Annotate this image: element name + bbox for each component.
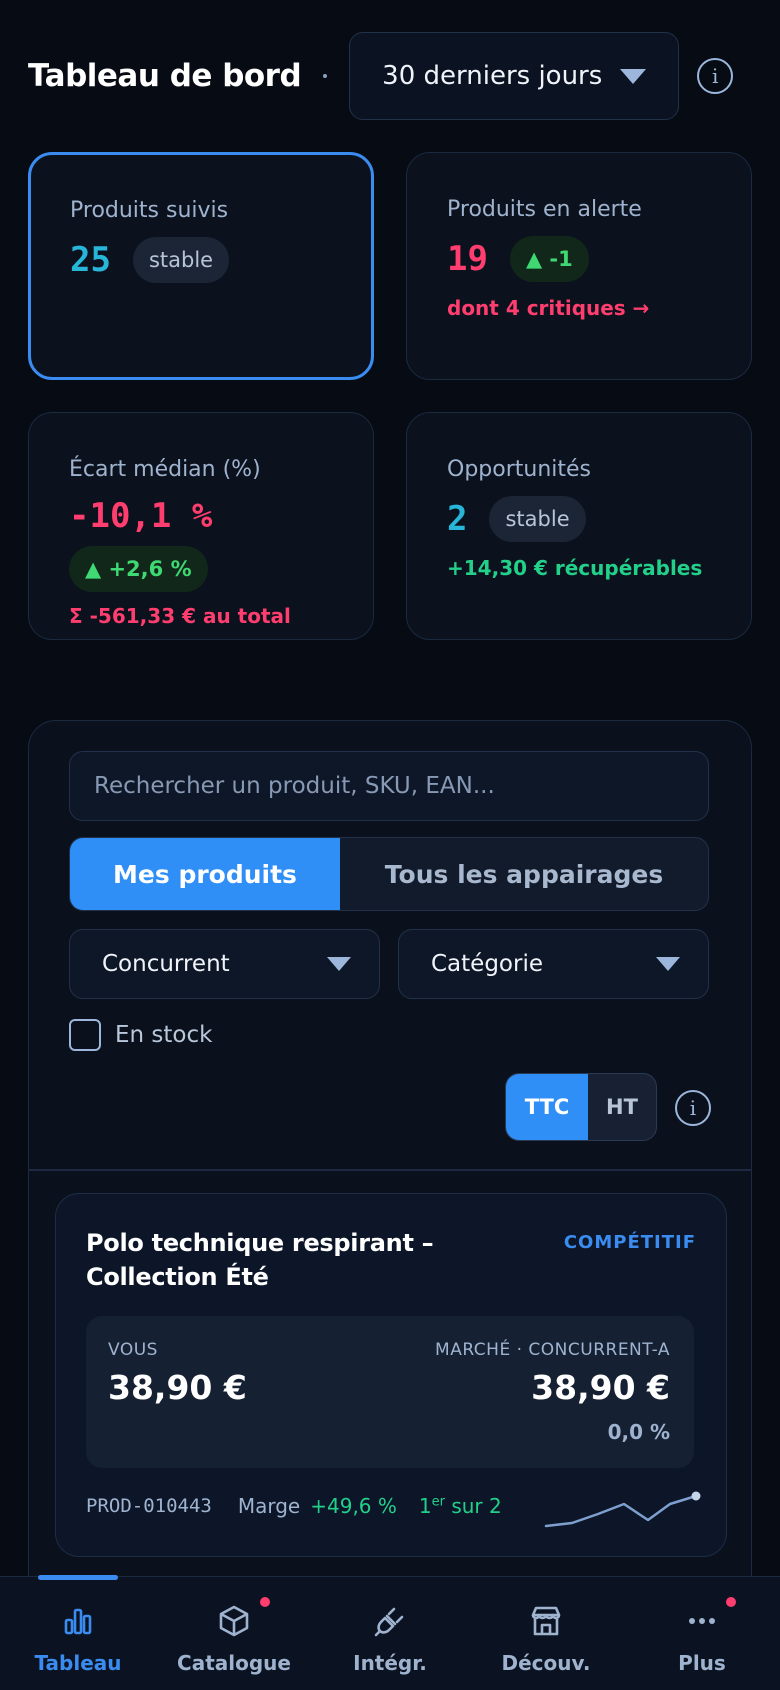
in-stock-label: En stock — [115, 1022, 213, 1048]
bottom-nav: Tableau Catalogue Intégr. Découv. Plus — [0, 1575, 780, 1690]
kpi-card-median-gap[interactable]: Écart médian (%) -10,1 % ▲ +2,6 % Σ -561… — [28, 412, 374, 640]
search-box[interactable] — [69, 751, 709, 821]
plug-icon — [374, 1607, 404, 1637]
competitor-select[interactable]: Concurrent — [69, 929, 380, 999]
bar-chart-icon — [64, 1608, 92, 1635]
critical-products-link[interactable]: dont 4 critiques → — [447, 296, 711, 320]
chevron-down-icon — [656, 957, 680, 971]
tab-my-products[interactable]: Mes produits — [70, 838, 340, 910]
trend-badge: stable — [489, 496, 586, 542]
search-input[interactable] — [94, 773, 684, 799]
rank-text: 1er sur 2 — [418, 1494, 502, 1518]
kpi-card-alert-products[interactable]: Produits en alerte 19 ▲ -1 dont 4 critiq… — [406, 152, 752, 380]
status-badge: COMPÉTITIF — [563, 1232, 696, 1253]
in-stock-checkbox[interactable] — [69, 1019, 101, 1051]
divider — [29, 1169, 751, 1171]
market-price: 38,90 € — [531, 1368, 670, 1407]
kpi-label: Écart médian (%) — [69, 457, 261, 482]
notification-dot — [726, 1597, 736, 1607]
kpi-card-opportunities[interactable]: Opportunités 2 stable +14,30 € récupérab… — [406, 412, 752, 640]
store-icon — [531, 1606, 561, 1636]
separator-dot — [323, 74, 328, 78]
competitor-select-value: Concurrent — [102, 951, 230, 977]
nav-label: Découv. — [501, 1651, 591, 1675]
ttc-option[interactable]: TTC — [506, 1074, 588, 1140]
nav-item-plus[interactable]: Plus — [624, 1577, 780, 1690]
price-trend-sparkline — [544, 1491, 701, 1528]
kpi-card-tracked-products[interactable]: Produits suivis 25 stable — [28, 152, 374, 380]
tab-all-matches[interactable]: Tous les appairages — [340, 838, 708, 910]
in-stock-filter[interactable]: En stock — [69, 1019, 212, 1051]
ht-option[interactable]: HT — [588, 1074, 656, 1140]
box-icon — [219, 1605, 249, 1637]
page-title: Tableau de bord — [28, 58, 302, 94]
category-select[interactable]: Catégorie — [398, 929, 709, 999]
nav-item-integrations[interactable]: Intégr. — [312, 1577, 468, 1690]
product-sku: PROD-010443 — [86, 1495, 212, 1517]
sparkline-endpoint — [691, 1491, 701, 1501]
notification-dot — [260, 1597, 270, 1607]
period-select[interactable]: 30 derniers jours — [349, 32, 680, 120]
trend-badge: ▲ -1 — [509, 236, 589, 282]
category-select-value: Catégorie — [431, 951, 543, 977]
nav-item-catalogue[interactable]: Catalogue — [156, 1577, 312, 1690]
product-footer: PROD-010443 Marge +49,6 % 1er sur 2 — [86, 1494, 502, 1518]
nav-label: Plus — [678, 1651, 726, 1675]
trend-badge: stable — [132, 237, 230, 283]
scope-tabs: Mes produits Tous les appairages — [69, 837, 709, 911]
nav-label: Tableau — [34, 1651, 122, 1675]
nav-label: Intégr. — [353, 1651, 427, 1675]
kpi-label: Produits suivis — [70, 198, 229, 223]
chevron-down-icon — [620, 68, 647, 84]
your-price: 38,90 € — [108, 1368, 247, 1407]
kpi-subtext: +14,30 € récupérables — [447, 556, 703, 580]
period-select-value: 30 derniers jours — [382, 61, 603, 91]
product-card[interactable]: Polo technique respirant – Collection Ét… — [55, 1193, 727, 1557]
info-icon[interactable]: i — [675, 1090, 711, 1126]
kpi-label: Produits en alerte — [447, 197, 642, 222]
products-panel: Mes produits Tous les appairages Concurr… — [28, 720, 752, 1690]
nav-item-decouverte[interactable]: Découv. — [468, 1577, 624, 1690]
kpi-value: 19 — [447, 239, 488, 279]
margin-value: +49,6 % — [310, 1494, 397, 1518]
kpi-value: 25 — [70, 240, 111, 280]
kpi-subtext: Σ -561,33 € au total — [69, 604, 291, 628]
margin-label: Marge — [237, 1494, 301, 1518]
kpi-value: 2 — [447, 499, 468, 539]
tax-toggle: TTC HT — [505, 1073, 657, 1141]
price-comparison: VOUS 38,90 € MARCHÉ · CONCURRENT-A 38,90… — [86, 1316, 694, 1468]
more-icon — [689, 1618, 715, 1624]
your-price-label: VOUS — [108, 1340, 158, 1360]
page-header: Tableau de bord 30 derniers jours i — [28, 32, 752, 120]
market-price-label: MARCHÉ · CONCURRENT-A — [435, 1340, 670, 1360]
kpi-label: Opportunités — [447, 457, 591, 482]
kpi-value: -10,1 % — [69, 496, 213, 536]
chevron-down-icon — [327, 957, 351, 971]
trend-badge: ▲ +2,6 % — [69, 546, 208, 592]
nav-item-tableau[interactable]: Tableau — [0, 1577, 156, 1690]
nav-label: Catalogue — [177, 1651, 291, 1675]
info-icon[interactable]: i — [697, 58, 734, 94]
price-difference: 0,0 % — [607, 1420, 670, 1444]
product-name: Polo technique respirant – Collection Ét… — [86, 1229, 434, 1291]
